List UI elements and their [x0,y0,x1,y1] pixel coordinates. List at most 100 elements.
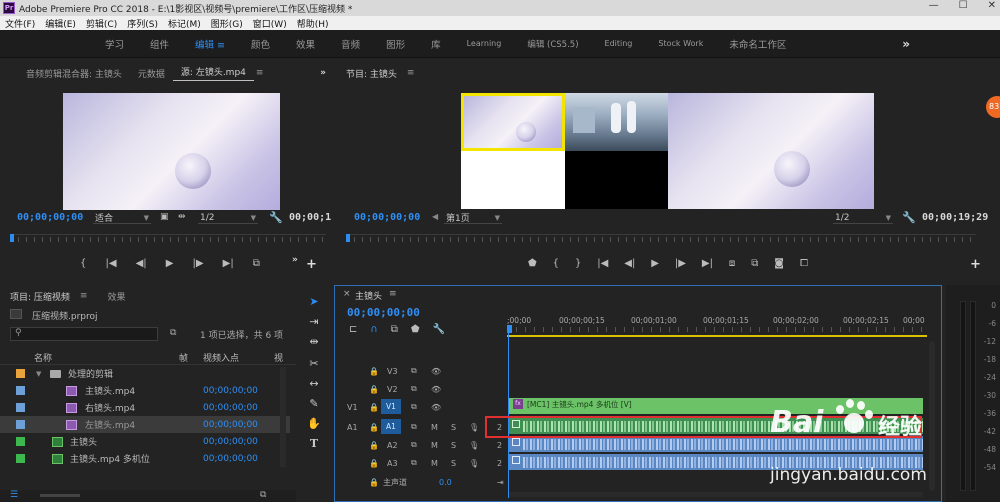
go-to-in-icon[interactable]: |◀ [105,258,116,269]
master-skip-icon[interactable]: ⇥ [497,478,504,487]
multicam-angle-1-selected[interactable] [461,93,565,151]
panel-overflow-icon[interactable]: » [312,68,334,78]
microphone-icon[interactable]: 🎙 [469,441,479,450]
camera-export-frame-icon[interactable]: ◙ [774,258,784,269]
zoom-slider[interactable] [40,494,80,497]
workspace-learning-en[interactable]: Learning [454,39,515,48]
sync-lock-icon[interactable]: ⧉ [411,402,417,412]
slip-tool-icon[interactable]: ↔ [305,377,323,393]
workspace-editing-en[interactable]: Editing [592,39,646,48]
panel-menu-icon[interactable]: ≡ [254,68,266,78]
list-view-icon[interactable]: ☰ [10,490,18,500]
menu-window[interactable]: 窗口(W) [248,17,292,30]
list-item-selected[interactable]: 左镜头.mp4 00;00;00;00 [0,416,290,433]
column-frame-rate[interactable]: 帧 [179,351,188,364]
workspace-effects[interactable]: 效果 [283,37,328,51]
microphone-icon[interactable]: 🎙 [469,423,479,432]
workspace-graphics[interactable]: 图形 [373,37,418,51]
hand-tool-icon[interactable]: ✋ [305,417,323,433]
tab-metadata[interactable]: 元数据 [130,67,173,80]
selection-tool-icon[interactable]: ➤ [305,295,323,311]
menu-clip[interactable]: 剪辑(C) [81,17,122,30]
type-tool-icon[interactable]: T [305,437,323,453]
work-area-bar[interactable] [507,335,927,337]
snap-magnet-icon[interactable]: ∩ [370,324,377,335]
program-timecode[interactable]: 00;00;00;00 [354,212,420,223]
lock-icon[interactable]: 🔒 [369,478,379,487]
lock-icon[interactable]: 🔒 [369,423,379,432]
page-dropdown[interactable]: 第1页 ▼ [444,212,502,224]
program-menu-icon[interactable]: ≡ [405,68,417,78]
program-add-button-icon[interactable]: + [970,257,981,272]
sync-lock-icon[interactable]: ⧉ [411,366,417,376]
track-select-tool-icon[interactable]: ⇥ [305,315,323,331]
extract-icon[interactable]: ⧉ [751,258,758,269]
solo-button[interactable]: S [451,441,456,450]
mute-button[interactable]: M [431,441,438,450]
sync-lock-icon[interactable]: ⧉ [411,384,417,394]
menu-file[interactable]: 文件(F) [0,17,40,30]
fit-dropdown[interactable]: 适合 ▼ [93,212,151,224]
minimize-button[interactable]: — [929,0,939,11]
track-target-v1[interactable]: V1 [381,399,401,414]
project-scrollbar[interactable] [280,367,286,467]
mark-in-icon[interactable]: { [553,258,559,269]
step-forward-icon[interactable]: |▶ [675,258,686,269]
menu-sequence[interactable]: 序列(S) [122,17,163,30]
compare-icon[interactable]: ⧠ [800,258,808,269]
linked-selection-icon[interactable]: ⧉ [391,324,398,335]
floating-badge[interactable]: 83 [986,96,1000,118]
mute-button[interactable]: M [431,459,438,468]
timeline-tab[interactable]: 主镜头 [355,289,382,302]
step-back-icon[interactable]: ◀| [624,258,635,269]
multicam-angle-2-lab[interactable] [565,93,668,151]
play-icon[interactable]: ▶ [651,258,659,269]
timeline-settings-wrench-icon[interactable]: 🔧 [433,324,445,335]
project-menu-icon[interactable]: ≡ [78,291,90,301]
program-wrench-icon[interactable]: 🔧 [902,211,916,224]
workspace-editing-cs55[interactable]: 编辑 (CS5.5) [514,38,591,50]
sync-lock-icon[interactable]: ⧉ [411,440,417,450]
microphone-icon[interactable]: 🎙 [469,459,479,468]
menu-marker[interactable]: 标记(M) [163,17,206,30]
source-playhead[interactable] [10,234,14,242]
maximize-button[interactable]: ☐ [959,0,968,11]
project-search-input[interactable]: ⚲ [10,327,158,341]
workspace-editing-active[interactable]: 编辑 ≡ [182,37,238,51]
lift-icon[interactable]: ⧈ [729,258,735,269]
workspace-untitled[interactable]: 未命名工作区 [716,37,799,51]
new-item-icon[interactable]: ⧉ [260,490,266,500]
add-marker-icon[interactable]: ⬟ [411,324,420,335]
solo-button[interactable]: S [451,459,456,468]
label-color-swatch[interactable] [16,420,25,429]
safe-margin-icon[interactable]: ▣ [160,212,169,222]
source-time-ruler[interactable] [10,234,326,244]
column-more[interactable]: 视 [274,351,283,364]
menu-help[interactable]: 帮助(H) [292,17,334,30]
timeline-timecode[interactable]: 00;00;00;00 [347,306,420,319]
program-resolution-dropdown[interactable]: 1/2 ▼ [833,212,893,224]
lock-icon[interactable]: 🔒 [369,459,379,468]
timeline-time-ruler[interactable]: ;00;00 00;00;00;15 00;00;01;00 00;00;01;… [507,313,929,333]
source-add-button-icon[interactable]: + [306,257,317,272]
lock-icon[interactable]: 🔒 [369,403,379,412]
insert-icon[interactable]: ⧉ [253,258,260,269]
lock-icon[interactable]: 🔒 [369,367,379,376]
eye-icon[interactable]: 👁 [431,367,441,376]
project-title[interactable]: 项目: 压缩视频 [0,290,78,303]
list-item[interactable]: 主镜头.mp4 00;00;00;00 [0,382,290,399]
previous-page-icon[interactable]: ◀ [432,212,438,221]
multicam-angle-3[interactable] [461,151,565,209]
close-button[interactable]: ✕ [988,0,996,11]
tab-source[interactable]: 源: 左镜头.mp4 [172,65,254,81]
workspace-learn[interactable]: 学习 [92,37,137,51]
column-video-in-point[interactable]: 视频入点 [203,351,239,364]
ripple-edit-tool-icon[interactable]: ⇹ [305,335,323,351]
eye-icon[interactable]: 👁 [431,385,441,394]
list-item[interactable]: ▼ 处理的剪辑 [0,365,290,382]
list-item[interactable]: 主镜头.mp4 多机位 00;00;00;00 [0,450,290,467]
source-timecode[interactable]: 00;00;00;00 [17,212,83,223]
workspace-assembly[interactable]: 组件 [137,37,182,51]
razor-tool-icon[interactable]: ✂ [305,357,323,373]
lock-icon[interactable]: 🔒 [369,385,379,394]
